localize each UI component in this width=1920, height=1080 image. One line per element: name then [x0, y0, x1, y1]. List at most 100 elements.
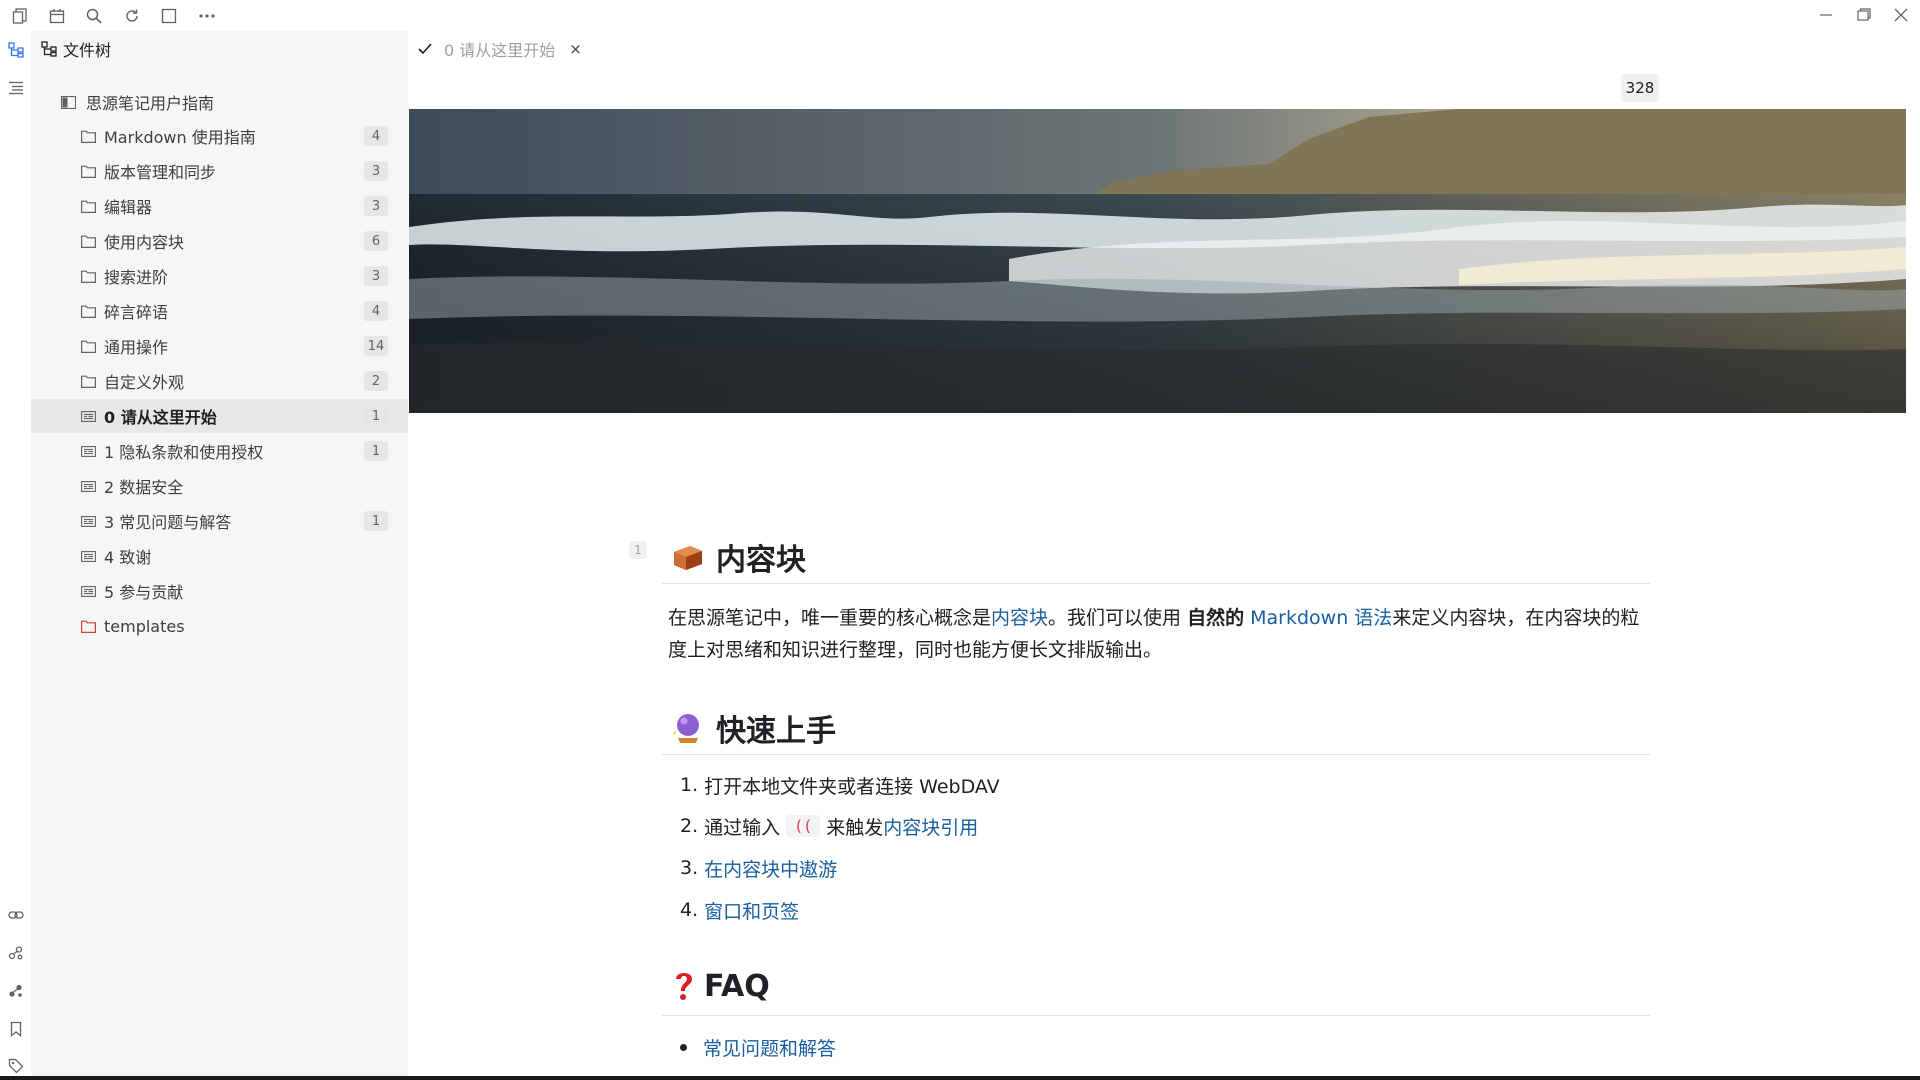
layout-icon[interactable] — [159, 6, 179, 26]
tree-item-label: 版本管理和同步 — [104, 163, 217, 182]
sync-icon[interactable] — [122, 6, 142, 26]
markdown-syntax-link[interactable]: Markdown 语法 — [1250, 607, 1392, 629]
tree-item[interactable]: 使用内容块 6 — [31, 224, 408, 258]
document-icon — [80, 583, 96, 599]
top-toolbar — [0, 0, 1920, 31]
tree-item[interactable]: 0 请从这里开始 1 — [31, 399, 408, 433]
tree-item[interactable]: 版本管理和同步 3 — [31, 154, 408, 188]
tree-item-count: 1 — [364, 406, 388, 426]
tree-item-label: 3 常见问题与解答 — [104, 513, 232, 532]
tree-item[interactable]: templates — [31, 609, 408, 643]
list-item-2[interactable]: 2. 通过输入 (( 来触发 内容块引用 — [680, 810, 978, 842]
list-text: 来触发 — [826, 816, 884, 839]
heading-text: 快速上手 — [716, 714, 836, 749]
faq-link[interactable]: 常见问题和解答 — [703, 1034, 836, 1061]
tree-item[interactable]: 碎言碎语 4 — [31, 294, 408, 328]
document-icon — [80, 548, 96, 564]
tree-item[interactable]: 搜索进阶 3 — [31, 259, 408, 293]
folder-icon — [80, 303, 96, 319]
tree-item-label: 使用内容块 — [104, 233, 185, 252]
tree-item-count: 2 — [364, 371, 388, 391]
close-window-icon[interactable] — [1890, 5, 1912, 25]
heading-divider — [662, 754, 1650, 755]
folder-icon — [80, 233, 96, 249]
tree-item[interactable]: 3 常见问题与解答 1 — [31, 504, 408, 538]
intro-paragraph[interactable]: 在思源笔记中，唯一重要的核心概念是内容块。我们可以使用 自然的 Markdown… — [668, 602, 1648, 666]
folder-icon — [80, 338, 96, 354]
more-icon[interactable] — [197, 6, 217, 26]
document-banner-image — [409, 109, 1906, 413]
block-gutter-badge[interactable]: 1 — [629, 541, 647, 559]
tree-item-count: 4 — [364, 301, 388, 321]
inline-code: (( — [786, 815, 821, 837]
windows-tabs-link[interactable]: 窗口和页签 — [704, 897, 799, 924]
document-icon — [80, 408, 96, 424]
tree-item-label: 搜索进阶 — [104, 268, 169, 287]
tree-item-count: 3 — [364, 196, 388, 216]
faq-list-item[interactable]: 常见问题和解答 — [680, 1032, 836, 1062]
intro-bold-text: 自然的 — [1187, 607, 1245, 629]
intro-text-2: 。我们可以使用 — [1048, 607, 1188, 629]
document-icon — [80, 443, 96, 459]
tree-item[interactable]: 编辑器 3 — [31, 189, 408, 223]
roam-blocks-link[interactable]: 在内容块中遨游 — [704, 855, 837, 882]
bookmark-icon[interactable] — [6, 1019, 26, 1039]
outline-icon[interactable] — [6, 78, 26, 98]
block-ref-link[interactable]: 内容块引用 — [883, 813, 978, 840]
tree-item-label: 通用操作 — [104, 338, 169, 357]
tag-icon[interactable] — [6, 1056, 26, 1076]
graph-icon[interactable] — [6, 943, 26, 963]
tree-item-count: 6 — [364, 231, 388, 251]
calendar-icon[interactable] — [47, 6, 67, 26]
tree-item[interactable]: 5 参与贡献 — [31, 574, 408, 608]
tree-item[interactable]: 1 隐私条款和使用授权 1 — [31, 434, 408, 468]
list-number: 1. — [680, 774, 699, 796]
heading-divider — [662, 1015, 1650, 1016]
left-dock — [0, 31, 31, 1080]
tab-close-icon[interactable]: × — [569, 40, 582, 58]
files-icon[interactable] — [10, 6, 30, 26]
folder-icon — [80, 163, 96, 179]
list-item-4[interactable]: 4. 窗口和页签 — [680, 895, 799, 925]
tree-item[interactable]: 自定义外观 2 — [31, 364, 408, 398]
question-mark-icon — [670, 968, 698, 1004]
tree-item[interactable]: 2 数据安全 — [31, 469, 408, 503]
restore-icon[interactable] — [1853, 5, 1875, 25]
notebook-icon — [60, 94, 76, 110]
tree-item[interactable]: 通用操作 14 — [31, 329, 408, 363]
tree-item-count: 1 — [364, 441, 388, 461]
heading-quick-start[interactable]: 快速上手 — [670, 706, 836, 750]
folder-icon — [80, 198, 96, 214]
notebook-label: 思源笔记用户指南 — [86, 94, 215, 113]
tree-item-label: 0 请从这里开始 — [104, 408, 217, 427]
notebook-item[interactable]: 思源笔记用户指南 — [31, 85, 408, 119]
tree-item[interactable]: Markdown 使用指南 4 — [31, 119, 408, 153]
tree-item-label: templates — [104, 616, 185, 636]
minimize-icon[interactable] — [1815, 5, 1837, 25]
file-tree-header: 文件树 — [41, 38, 111, 60]
word-count-badge[interactable]: 328 — [1621, 74, 1659, 102]
backlinks-icon[interactable] — [6, 905, 26, 925]
brick-icon — [670, 539, 706, 575]
content-block-link[interactable]: 内容块 — [991, 607, 1048, 629]
tree-item-count: 4 — [364, 126, 388, 146]
search-icon[interactable] — [84, 6, 104, 26]
file-tree-dock-icon[interactable] — [6, 40, 26, 60]
heading-faq[interactable]: FAQ — [670, 968, 770, 1004]
file-tree-panel: 文件树 思源笔记用户指南 Markdown 使用指南 4 版本管理和同步 3 编辑器 3 使… — [31, 31, 408, 1080]
tree-item-label: 5 参与贡献 — [104, 583, 184, 602]
heading-content-block[interactable]: 内容块 — [670, 535, 806, 579]
global-graph-icon[interactable] — [6, 981, 26, 1001]
tab-start-here[interactable]: 0 请从这里开始 × — [418, 31, 582, 67]
list-item-1[interactable]: 1. 打开本地文件夹或者连接 WebDAV — [680, 770, 1000, 800]
list-number: 4. — [680, 899, 699, 921]
folder-icon — [80, 373, 96, 389]
tree-item-label: 4 致谢 — [104, 548, 152, 567]
intro-text-1: 在思源笔记中，唯一重要的核心概念是 — [668, 607, 992, 629]
list-item-3[interactable]: 3. 在内容块中遨游 — [680, 853, 837, 883]
tree-item[interactable]: 4 致谢 — [31, 539, 408, 573]
crystal-ball-icon — [670, 710, 706, 746]
heading-divider — [662, 583, 1650, 584]
tree-item-count: 3 — [364, 161, 388, 181]
heading-text: 内容块 — [716, 543, 806, 578]
